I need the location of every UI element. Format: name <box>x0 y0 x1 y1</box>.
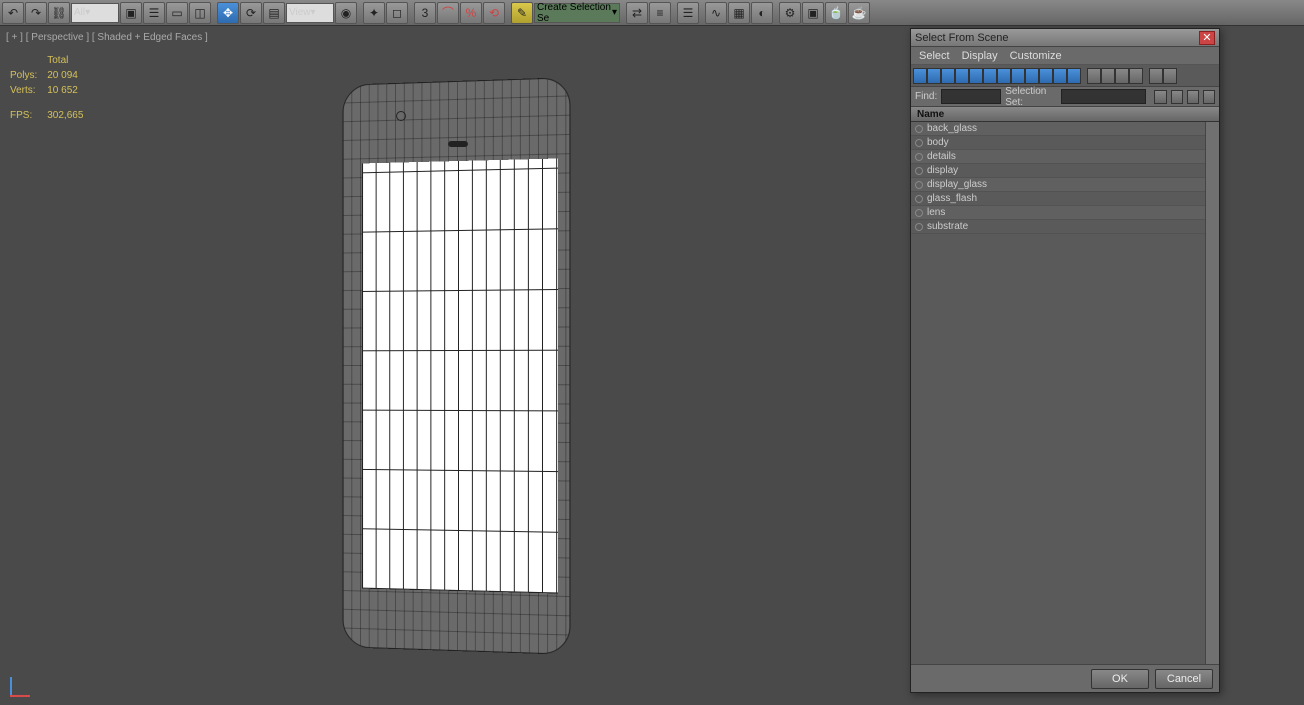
select-object-icon[interactable]: ▣ <box>120 2 142 24</box>
percent-snap-icon[interactable]: % <box>460 2 482 24</box>
cancel-button[interactable]: Cancel <box>1155 669 1213 689</box>
curve-editor-icon[interactable]: ∿ <box>705 2 727 24</box>
axis-gizmo-icon <box>10 667 40 697</box>
manip-icon[interactable]: ✦ <box>363 2 385 24</box>
filter-dropdown[interactable]: All ▾ <box>71 3 119 23</box>
layers-icon[interactable]: ☰ <box>677 2 699 24</box>
filter-camera-icon[interactable] <box>955 68 969 84</box>
list-item[interactable]: substrate <box>911 220 1219 234</box>
list-item[interactable]: details <box>911 150 1219 164</box>
filter-helper-icon[interactable] <box>969 68 983 84</box>
mini-b-icon[interactable] <box>1171 90 1183 104</box>
find-input[interactable] <box>941 89 1001 104</box>
node-icon <box>915 195 923 203</box>
select-name-icon[interactable]: ☰ <box>143 2 165 24</box>
node-icon <box>915 209 923 217</box>
node-icon <box>915 153 923 161</box>
display-none-icon[interactable] <box>1101 68 1115 84</box>
scale-icon[interactable]: ▤ <box>263 2 285 24</box>
selset-label: Selection Set: <box>1005 86 1057 108</box>
node-icon <box>915 181 923 189</box>
dialog-footer: OK Cancel <box>911 664 1219 692</box>
node-icon <box>915 139 923 147</box>
redo-icon[interactable]: ↷ <box>25 2 47 24</box>
keymode-icon[interactable]: ◻ <box>386 2 408 24</box>
render-setup-icon[interactable]: ⚙ <box>779 2 801 24</box>
stats-overlay: Total Polys:20 094 Verts:10 652 FPS:302,… <box>8 52 93 124</box>
snap-3-icon[interactable]: 3 <box>414 2 436 24</box>
render-last-icon[interactable]: ☕ <box>848 2 870 24</box>
viewport-label[interactable]: [ + ] [ Perspective ] [ Shaded + Edged F… <box>6 32 208 43</box>
object-list: back_glass body details display display_… <box>911 122 1219 664</box>
node-icon <box>915 125 923 133</box>
list-item[interactable]: display_glass <box>911 178 1219 192</box>
window-cross-icon[interactable]: ◫ <box>189 2 211 24</box>
menu-customize[interactable]: Customize <box>1010 50 1062 62</box>
move-icon[interactable]: ✥ <box>217 2 239 24</box>
spinner-snap-icon[interactable]: ⟲ <box>483 2 505 24</box>
filter-xref-icon[interactable] <box>1011 68 1025 84</box>
display-all-icon[interactable] <box>1087 68 1101 84</box>
find-label: Find: <box>915 91 937 102</box>
display-child-icon[interactable] <box>1129 68 1143 84</box>
refcoord-dropdown[interactable]: View ▾ <box>286 3 334 23</box>
render-frame-icon[interactable]: ▣ <box>802 2 824 24</box>
select-from-scene-dialog: Select From Scene ✕ Select Display Custo… <box>910 28 1220 693</box>
ok-button[interactable]: OK <box>1091 669 1149 689</box>
list-item[interactable]: glass_flash <box>911 192 1219 206</box>
view-by-icon[interactable] <box>1149 68 1163 84</box>
link-icon[interactable]: ⛓ <box>48 2 70 24</box>
named-sel-dropdown[interactable]: Create Selection Se ▾ <box>534 3 620 23</box>
filter-bone-icon[interactable] <box>1025 68 1039 84</box>
rect-select-icon[interactable]: ▭ <box>166 2 188 24</box>
filter-group-icon[interactable] <box>997 68 1011 84</box>
close-icon[interactable]: ✕ <box>1199 31 1215 45</box>
node-icon <box>915 223 923 231</box>
render-icon[interactable]: 🍵 <box>825 2 847 24</box>
filter-container-icon[interactable] <box>1039 68 1053 84</box>
list-header[interactable]: Name <box>911 107 1219 122</box>
schematic-icon[interactable]: ▦ <box>728 2 750 24</box>
mini-d-icon[interactable] <box>1203 90 1215 104</box>
dialog-find-row: Find: Selection Set: <box>911 87 1219 107</box>
menu-display[interactable]: Display <box>962 50 998 62</box>
dialog-toolbar <box>911 65 1219 87</box>
list-item[interactable]: lens <box>911 206 1219 220</box>
align-icon[interactable]: ≡ <box>649 2 671 24</box>
filter-space-icon[interactable] <box>983 68 997 84</box>
model-phone[interactable] <box>340 81 570 651</box>
dialog-title: Select From Scene <box>915 32 1009 44</box>
display-invert-icon[interactable] <box>1115 68 1129 84</box>
rotate-icon[interactable]: ⟳ <box>240 2 262 24</box>
pivot-icon[interactable]: ◉ <box>335 2 357 24</box>
dialog-menubar: Select Display Customize <box>911 47 1219 65</box>
filter-hidden-icon[interactable] <box>1067 68 1081 84</box>
mini-c-icon[interactable] <box>1187 90 1199 104</box>
filter-frozen-icon[interactable] <box>1053 68 1067 84</box>
list-item[interactable]: body <box>911 136 1219 150</box>
named-sel-edit-icon[interactable]: ✎ <box>511 2 533 24</box>
mini-a-icon[interactable] <box>1154 90 1166 104</box>
filter-shape-icon[interactable] <box>927 68 941 84</box>
list-item[interactable]: back_glass <box>911 122 1219 136</box>
list-item[interactable]: display <box>911 164 1219 178</box>
undo-icon[interactable]: ↶ <box>2 2 24 24</box>
main-toolbar: ↶ ↷ ⛓ All ▾ ▣ ☰ ▭ ◫ ✥ ⟳ ▤ View ▾ ◉ ✦ ◻ 3… <box>0 0 1304 26</box>
mirror-icon[interactable]: ⇄ <box>626 2 648 24</box>
filter-geom-icon[interactable] <box>913 68 927 84</box>
scrollbar[interactable] <box>1205 122 1219 664</box>
selset-dropdown[interactable] <box>1061 89 1146 104</box>
dialog-titlebar[interactable]: Select From Scene ✕ <box>911 29 1219 47</box>
node-icon <box>915 167 923 175</box>
material-icon[interactable]: ◐ <box>751 2 773 24</box>
filter-light-icon[interactable] <box>941 68 955 84</box>
columns-icon[interactable] <box>1163 68 1177 84</box>
angle-snap-icon[interactable]: ⌒ <box>437 2 459 24</box>
menu-select[interactable]: Select <box>919 50 950 62</box>
